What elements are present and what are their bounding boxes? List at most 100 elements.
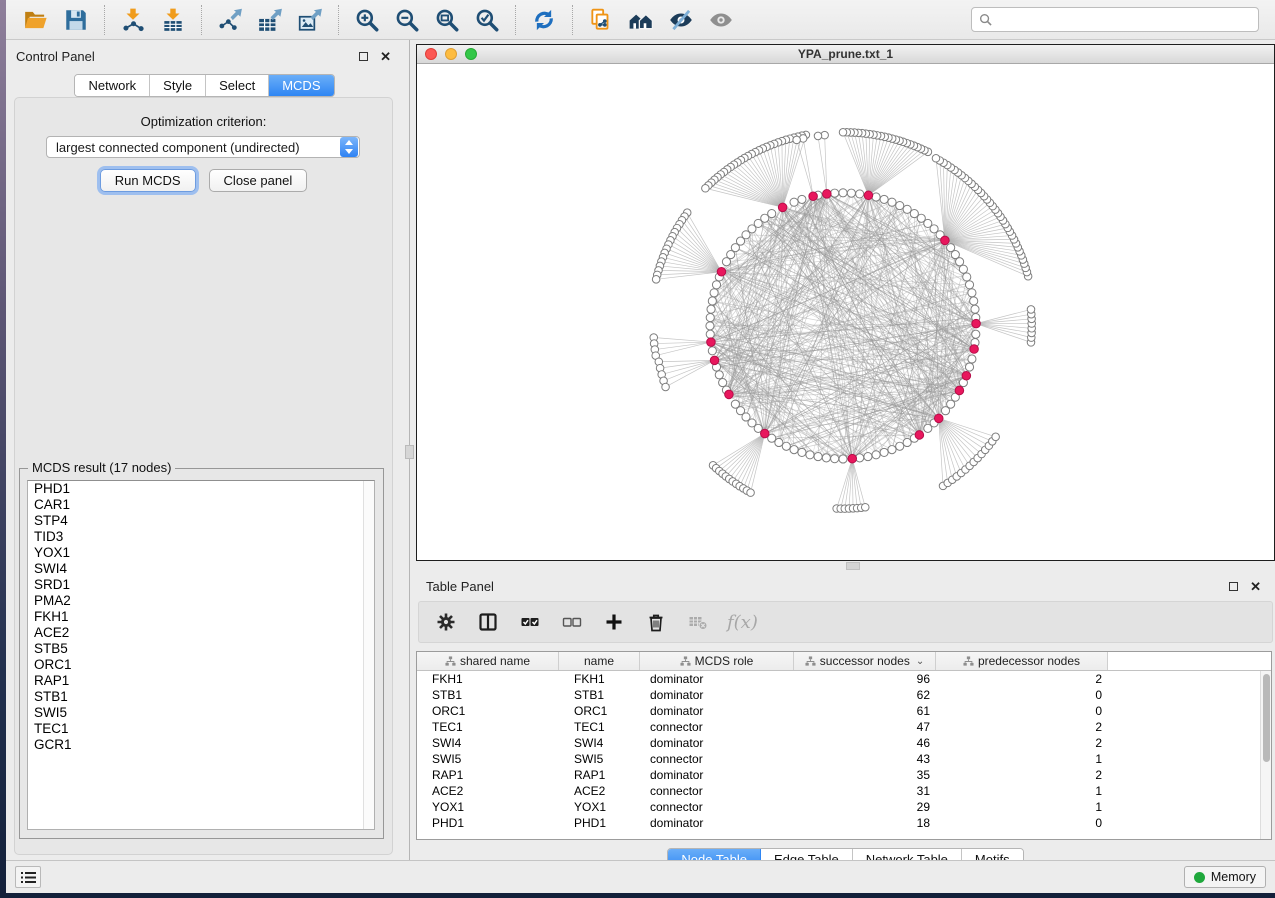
cell-MCDS-role[interactable]: dominator: [640, 688, 794, 702]
search-input[interactable]: [997, 13, 1251, 27]
graph-node[interactable]: [947, 244, 955, 252]
graph-node[interactable]: [965, 281, 973, 289]
graph-node[interactable]: [839, 189, 847, 197]
graph-node-selected[interactable]: [915, 431, 924, 440]
graph-node[interactable]: [775, 438, 783, 446]
cell-MCDS-role[interactable]: connector: [640, 752, 794, 766]
graph-node-selected[interactable]: [725, 390, 734, 399]
zoom-in-button[interactable]: [347, 3, 387, 37]
network-canvas[interactable]: [417, 64, 1274, 560]
graph-node-selected[interactable]: [955, 386, 964, 395]
cell-shared-name[interactable]: PHD1: [417, 816, 559, 830]
mcds-result-item[interactable]: FKH1: [28, 609, 374, 625]
mcds-result-item[interactable]: STP4: [28, 513, 374, 529]
graph-node[interactable]: [970, 297, 978, 305]
graph-node[interactable]: [831, 455, 839, 463]
close-panel-button[interactable]: Close panel: [209, 169, 308, 192]
graph-node[interactable]: [888, 446, 896, 454]
table-row[interactable]: STB1STB1dominator620: [417, 687, 1260, 703]
cell-name[interactable]: STB1: [559, 688, 640, 702]
cell-name[interactable]: RAP1: [559, 768, 640, 782]
cell-MCDS-role[interactable]: connector: [640, 784, 794, 798]
graph-node[interactable]: [872, 451, 880, 459]
mcds-result-item[interactable]: ACE2: [28, 625, 374, 641]
cell-MCDS-role[interactable]: dominator: [640, 816, 794, 830]
cell-successor-nodes[interactable]: 47: [794, 720, 936, 734]
zoom-out-button[interactable]: [387, 3, 427, 37]
column-header-successor-nodes[interactable]: successor nodes⌄: [794, 652, 936, 670]
split-view-button[interactable]: [475, 609, 501, 635]
select-all-button[interactable]: [517, 609, 543, 635]
graph-node[interactable]: [888, 198, 896, 206]
graph-node[interactable]: [972, 330, 980, 338]
graph-node[interactable]: [864, 453, 872, 461]
tab-select[interactable]: Select: [206, 75, 269, 96]
graph-node-selected[interactable]: [970, 345, 979, 354]
graph-node[interactable]: [880, 195, 888, 203]
show-all-button[interactable]: [701, 3, 741, 37]
graph-node-selected[interactable]: [760, 429, 769, 438]
mcds-result-item[interactable]: STB5: [28, 641, 374, 657]
import-network-button[interactable]: [113, 3, 153, 37]
memory-button[interactable]: Memory: [1184, 866, 1266, 888]
graph-node-selected[interactable]: [778, 203, 787, 212]
clone-network-button[interactable]: [581, 3, 621, 37]
search-box[interactable]: [971, 7, 1259, 32]
import-table-button[interactable]: [153, 3, 193, 37]
cell-MCDS-role[interactable]: dominator: [640, 672, 794, 686]
cell-predecessor-nodes[interactable]: 0: [936, 816, 1108, 830]
zoom-fit-button[interactable]: [427, 3, 467, 37]
cell-successor-nodes[interactable]: 62: [794, 688, 936, 702]
graph-node[interactable]: [719, 379, 727, 387]
graph-node-selected[interactable]: [809, 192, 818, 201]
table-row[interactable]: RAP1RAP1dominator352: [417, 767, 1260, 783]
tab-mcds[interactable]: MCDS: [269, 75, 333, 96]
cell-predecessor-nodes[interactable]: 2: [936, 768, 1108, 782]
graph-node[interactable]: [968, 355, 976, 363]
graph-node[interactable]: [965, 363, 973, 371]
graph-node-selected[interactable]: [941, 236, 950, 245]
graph-node[interactable]: [706, 322, 714, 330]
graph-node[interactable]: [798, 448, 806, 456]
graph-node-selected[interactable]: [707, 338, 716, 347]
graph-node[interactable]: [798, 195, 806, 203]
first-neighbors-button[interactable]: [621, 3, 661, 37]
graph-node[interactable]: [814, 453, 822, 461]
graph-node[interactable]: [959, 265, 967, 273]
cell-name[interactable]: ACE2: [559, 784, 640, 798]
cell-shared-name[interactable]: ORC1: [417, 704, 559, 718]
graph-node[interactable]: [839, 455, 847, 463]
graph-node[interactable]: [712, 281, 720, 289]
deselect-all-button[interactable]: [559, 609, 585, 635]
cell-successor-nodes[interactable]: 29: [794, 800, 936, 814]
open-file-button[interactable]: [16, 3, 56, 37]
table-row[interactable]: SWI4SWI4dominator462: [417, 735, 1260, 751]
cell-MCDS-role[interactable]: dominator: [640, 768, 794, 782]
cell-shared-name[interactable]: ACE2: [417, 784, 559, 798]
cell-MCDS-role[interactable]: dominator: [640, 736, 794, 750]
save-session-button[interactable]: [56, 3, 96, 37]
graph-node[interactable]: [706, 313, 714, 321]
cell-MCDS-role[interactable]: connector: [640, 800, 794, 814]
mcds-result-item[interactable]: SWI4: [28, 561, 374, 577]
cell-predecessor-nodes[interactable]: 2: [936, 672, 1108, 686]
graph-node[interactable]: [968, 289, 976, 297]
graph-node[interactable]: [793, 136, 801, 144]
graph-node[interactable]: [706, 330, 714, 338]
cell-successor-nodes[interactable]: 35: [794, 768, 936, 782]
cell-name[interactable]: ORC1: [559, 704, 640, 718]
cell-name[interactable]: SWI5: [559, 752, 640, 766]
column-header-shared-name[interactable]: shared name: [417, 652, 559, 670]
cell-predecessor-nodes[interactable]: 1: [936, 752, 1108, 766]
column-header-name[interactable]: name: [559, 652, 640, 670]
graph-node[interactable]: [710, 289, 718, 297]
graph-node[interactable]: [790, 446, 798, 454]
export-network-button[interactable]: [210, 3, 250, 37]
graph-node[interactable]: [861, 503, 869, 511]
graph-node[interactable]: [814, 132, 822, 140]
export-image-button[interactable]: [290, 3, 330, 37]
export-table-button[interactable]: [250, 3, 290, 37]
delete-row-button[interactable]: [643, 609, 669, 635]
cell-name[interactable]: PHD1: [559, 816, 640, 830]
scrollbar-thumb[interactable]: [1263, 674, 1270, 762]
